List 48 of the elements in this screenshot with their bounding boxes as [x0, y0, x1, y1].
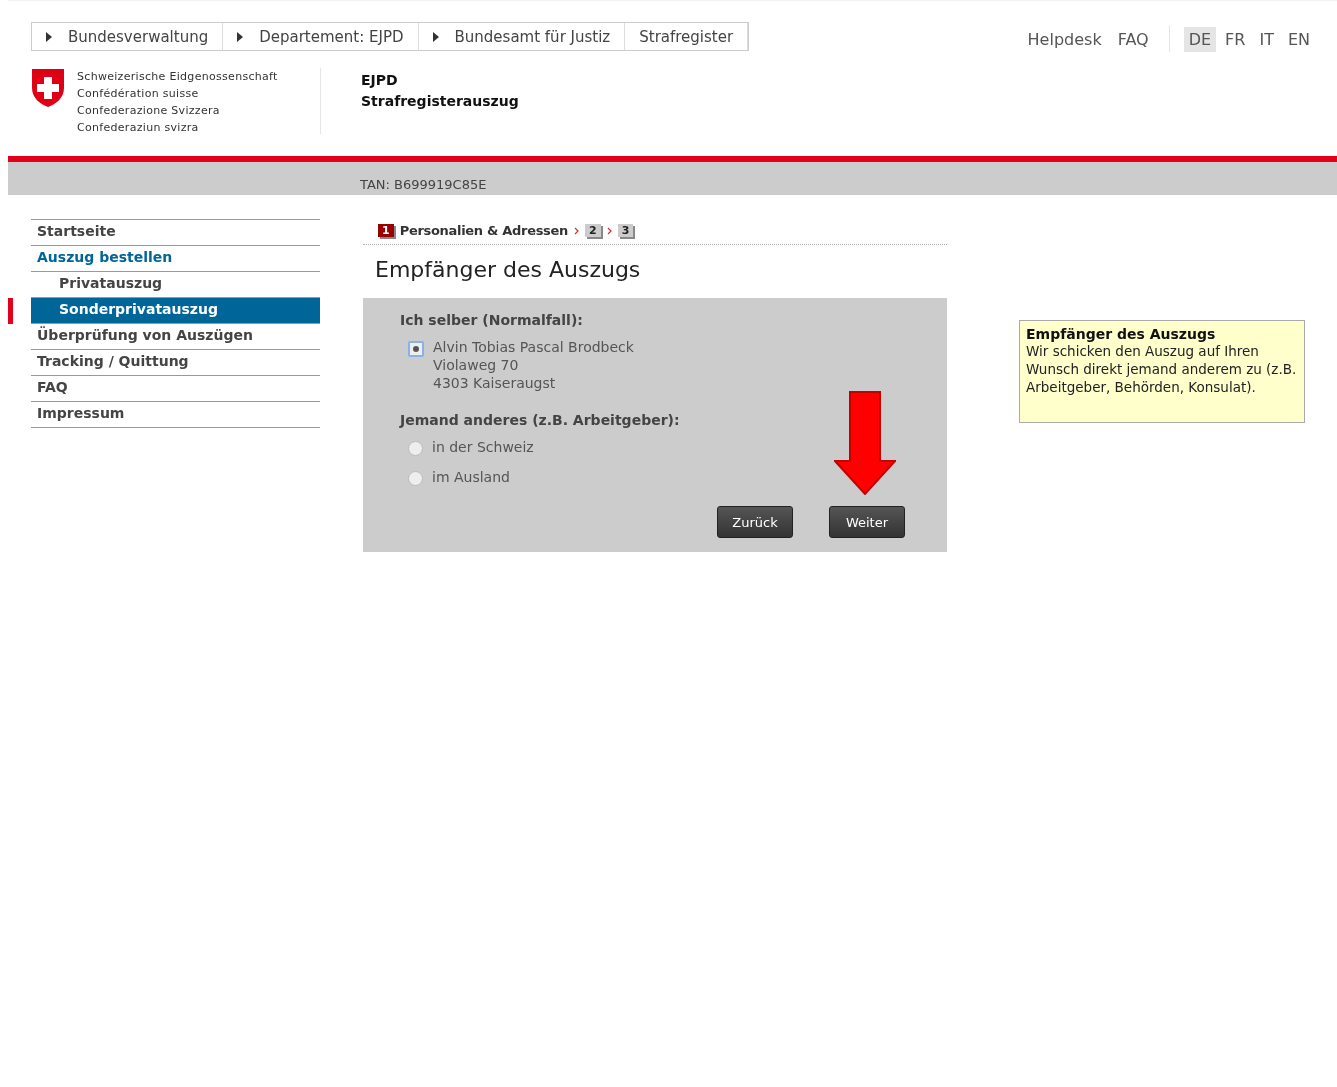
sidebar-item[interactable]: Überprüfung von Auszügen	[31, 324, 320, 350]
option-label: 4303 Kaiseraugst	[433, 374, 557, 392]
help-title: Empfänger des Auszugs	[1026, 326, 1217, 342]
sidebar-item[interactable]: Auszug bestellen	[31, 246, 320, 272]
page-heading: Empfänger des Auszugs	[375, 257, 642, 282]
site-title: EJPD	[361, 71, 399, 90]
confederation-name: Confédération suisse	[77, 86, 200, 102]
step-number: 1	[378, 224, 394, 237]
sidebar-item[interactable]: FAQ	[31, 376, 320, 402]
language-link[interactable]: IT	[1254, 26, 1279, 52]
language-link[interactable]: DE	[1183, 26, 1217, 52]
breadcrumb-link[interactable]: Bundesverwaltung	[32, 23, 224, 50]
sidebar-item[interactable]: Impressum	[31, 402, 320, 428]
breadcrumb-link[interactable]: Strafregister	[625, 23, 749, 50]
help-text: Wir schicken den Auszug auf Ihren Wunsch direkt jemand anderem zu (z.B. Arbeitgeber, Behörden, Konsulat).	[1026, 342, 1298, 396]
option-label: im Ausland	[432, 468, 510, 486]
service-link[interactable]: Helpdesk	[1021, 26, 1108, 52]
language-link[interactable]: EN	[1282, 26, 1315, 52]
tan-number: TAN: B699919C85E	[360, 177, 487, 194]
radio-button[interactable]	[408, 341, 424, 357]
chevron-icon	[606, 226, 612, 235]
down-arrow-icon	[834, 391, 896, 495]
language-link[interactable]: FR	[1220, 26, 1251, 52]
service-link[interactable]: FAQ	[1111, 26, 1155, 52]
group-title: Jemand anderes (z.B. Arbeitgeber):	[400, 412, 681, 428]
step-label: Personalien & Adressen	[399, 223, 569, 238]
active-marker	[8, 298, 13, 324]
radio-button[interactable]	[408, 471, 423, 486]
breadcrumb-link[interactable]: Bundesamt für Justiz	[418, 23, 626, 50]
chevron-icon	[574, 226, 580, 235]
radio-button[interactable]	[408, 441, 423, 456]
option-label: in der Schweiz	[432, 438, 534, 456]
step-number: 3	[617, 224, 634, 237]
breadcrumb-link[interactable]: Departement: EJPD	[223, 23, 419, 50]
nav-button[interactable]: Zurück	[717, 506, 793, 538]
option-label: Violaweg 70	[433, 356, 520, 374]
site-title: Strafregisterauszug	[361, 92, 519, 111]
sidebar-item[interactable]: Startseite	[31, 220, 320, 246]
option-label: Alvin Tobias Pascal Brodbeck	[433, 338, 634, 356]
group-title: Ich selber (Normalfall):	[400, 312, 584, 328]
confederation-name: Confederaziun svizra	[77, 120, 200, 136]
confederation-name: Confederazione Svizzera	[77, 103, 221, 119]
confederation-name: Schweizerische Eidgenossenschaft	[77, 69, 278, 85]
sidebar-subitem[interactable]: Sonderprivatauszug	[31, 298, 320, 324]
step-number: 2	[585, 224, 601, 237]
swiss-shield-icon	[31, 68, 65, 108]
nav-button[interactable]: Weiter	[829, 506, 905, 538]
sidebar-item[interactable]: Tracking / Quittung	[31, 350, 320, 376]
